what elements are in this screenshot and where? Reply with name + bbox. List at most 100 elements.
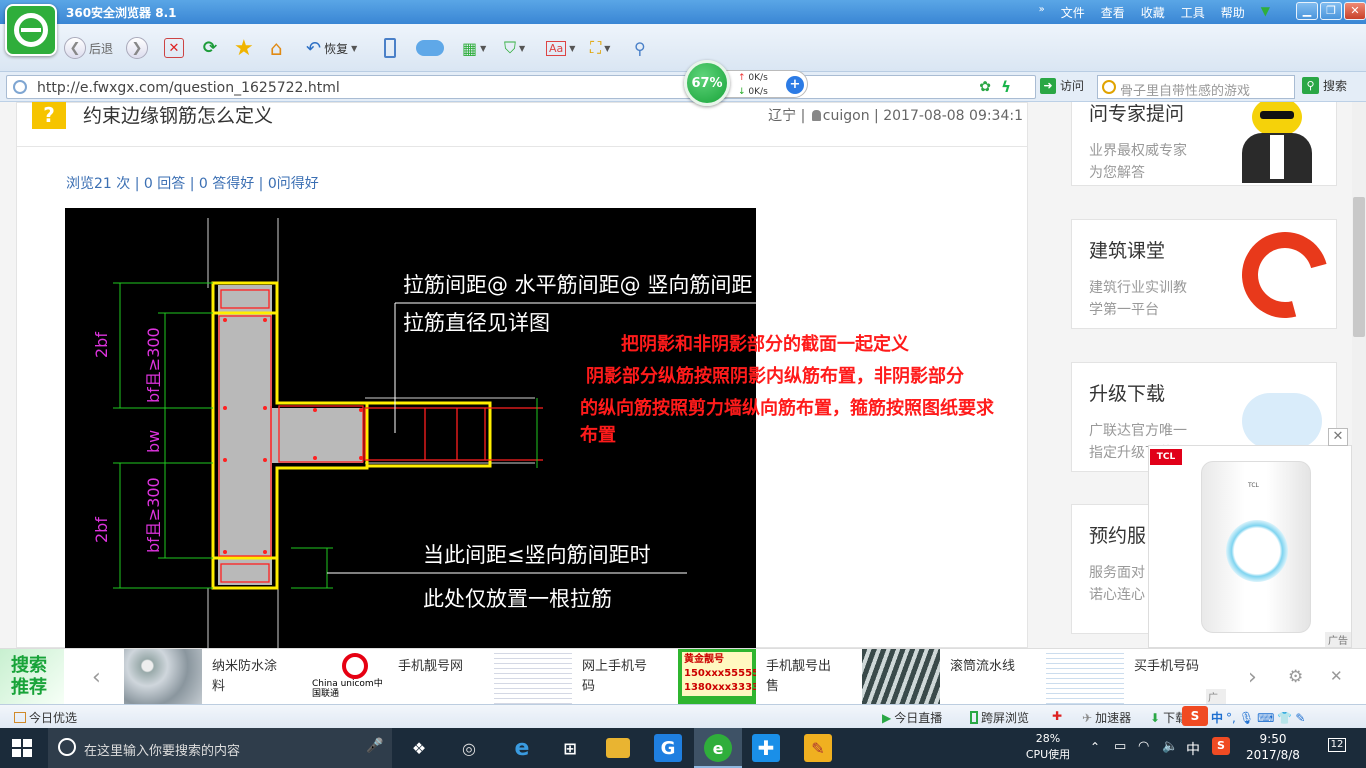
menu-file[interactable]: 文件 (1061, 4, 1085, 21)
scrollbar-thumb[interactable] (1353, 197, 1365, 337)
refresh-button[interactable]: ⟳ (200, 34, 220, 62)
recommend-item[interactable]: 纳米防水涂料 (124, 649, 304, 705)
ad-label: 广告 (1325, 632, 1351, 647)
page-scrollbar[interactable] (1352, 102, 1366, 648)
stop-button[interactable]: ✕ (164, 34, 184, 62)
ad-popup[interactable]: TCL ✕ TCL 广告 (1148, 428, 1352, 648)
restore-button[interactable]: ↶ 恢复 ▼ (306, 34, 357, 62)
360-active-app-icon[interactable]: e (704, 734, 732, 762)
browser-logo-icon (5, 4, 57, 56)
notes-app-icon[interactable]: ✎ (804, 734, 832, 762)
sidebar-card-academy[interactable]: 建筑课堂 建筑行业实训教 学第一平台 (1071, 216, 1344, 334)
clock[interactable]: 9:50 2017/8/8 (1244, 731, 1302, 763)
start-button[interactable] (12, 739, 32, 757)
plus-icon[interactable]: + (786, 76, 804, 94)
bag-icon (14, 712, 26, 723)
recommend-item[interactable]: 黄金靓号 150xxx55555 1380xxx3333 手机靓号出售 (678, 649, 858, 705)
sogou-tray-icon[interactable]: S (1212, 737, 1230, 755)
today-pick[interactable]: 今日优选 (14, 709, 77, 726)
cloud-icon (416, 40, 444, 56)
360-browser-taskbar-icon[interactable]: ◎ (455, 734, 483, 762)
recommend-next-icon[interactable]: › (1248, 665, 1257, 690)
waterproof-coating-thumb (124, 649, 202, 705)
answer-overlay-line-3: 的纵向筋按照剪力墙纵向筋布置，箍筋按照图纸要求 (580, 398, 994, 419)
punct-icon: °, (1226, 710, 1236, 725)
recommend-prev-icon[interactable]: ‹ (92, 665, 101, 690)
shield-icon: ⛉ (504, 38, 517, 57)
address-bar[interactable]: http://e.fwxgx.com/question_1625722.html… (6, 75, 1036, 99)
minimize-button[interactable]: ▁ (1296, 2, 1318, 20)
medical-kit[interactable]: ✚ (1052, 709, 1062, 723)
input-language[interactable]: 中 (1186, 739, 1200, 759)
visit-button[interactable]: ➜ 访问 (1040, 77, 1084, 94)
apps-button[interactable]: ▦ ▼ (462, 34, 486, 62)
screenshot-button[interactable]: ⛶ ▼ (590, 34, 610, 62)
phone-button[interactable] (384, 34, 396, 62)
edge-icon[interactable]: e (508, 734, 536, 762)
accelerator[interactable]: ✈ 加速器 (1082, 709, 1131, 726)
recommend-item[interactable]: 滚筒流水线 (862, 649, 1042, 705)
ad-close-button[interactable]: ✕ (1328, 428, 1348, 446)
forward-button[interactable]: ❯ (126, 34, 148, 62)
tray-chevron-icon[interactable]: ⌃ (1090, 740, 1100, 754)
answer-overlay-line-2: 阴影部分纵筋按照阴影内纵筋布置，非阴影部分 (586, 366, 964, 387)
back-button[interactable]: ❮ 后退 (64, 34, 113, 62)
recommend-item[interactable]: 网上手机号码 (494, 649, 674, 705)
recommend-item[interactable]: 买手机号码 广告 (1046, 649, 1226, 719)
keyboard-icon: ⌨ (1257, 710, 1275, 725)
forward-arrow-icon: ❯ (126, 37, 148, 59)
plus-app-icon[interactable]: ✚ (752, 734, 780, 762)
safe-check-icon[interactable]: ✿ (979, 79, 991, 95)
translate-button[interactable]: Aa ▼ (546, 34, 575, 62)
notification-center[interactable]: 12 (1322, 738, 1352, 758)
phone-icon (384, 38, 396, 58)
menu-help[interactable]: 帮助 (1221, 4, 1245, 21)
close-window-button[interactable]: ✕ (1344, 2, 1366, 20)
url-text[interactable]: http://e.fwxgx.com/question_1625722.html (37, 80, 340, 96)
ime-toolbar[interactable]: S 中 °, 🎙 ⌨ 👕 ✎ (1182, 705, 1305, 726)
zoom-button[interactable]: ⚲ (634, 34, 646, 62)
font-aa-icon: Aa (546, 40, 567, 56)
skin-shirt-icon[interactable]: ▼ (1261, 4, 1270, 21)
task-view-icon[interactable]: ❖ (405, 734, 433, 762)
skin-arrows-icon[interactable]: » (1039, 4, 1045, 21)
menu-favorites[interactable]: 收藏 (1141, 4, 1165, 21)
taskbar-search-box[interactable]: 在这里输入你要搜索的内容 🎤 (48, 728, 392, 768)
cloud-button[interactable] (416, 34, 444, 62)
cross-screen[interactable]: 跨屏浏览 (970, 709, 1029, 726)
wifi-icon[interactable]: ◠ (1138, 739, 1149, 754)
ad-brand-badge: TCL (1150, 449, 1182, 465)
phone-small-icon (970, 711, 978, 724)
lightning-icon[interactable]: ϟ (1001, 78, 1011, 96)
menu-view[interactable]: 查看 (1101, 4, 1125, 21)
store-icon[interactable]: ⊞ (556, 734, 584, 762)
recommend-item[interactable]: China unicom中国联通 手机靓号网 (310, 649, 490, 705)
today-live[interactable]: ▶ 今日直播 (882, 709, 942, 726)
cad-drawing-image[interactable]: 2bf bf且≥300 bw bf且≥300 2bf 拉筋间距@ 水平筋间距@ … (65, 208, 756, 648)
file-explorer-icon[interactable] (606, 738, 630, 758)
favorite-button[interactable]: ★ (234, 34, 254, 62)
chevron-down-icon: ▼ (351, 43, 358, 53)
maximize-button[interactable]: ❐ (1320, 2, 1342, 20)
site-icon (13, 80, 27, 94)
refresh-icon: ⟳ (202, 38, 218, 58)
menu-tools[interactable]: 工具 (1181, 4, 1205, 21)
cpu-usage[interactable]: 28% CPU使用 (1022, 731, 1074, 763)
network-tray-icon[interactable]: ▭ (1114, 739, 1126, 754)
recommend-settings-icon[interactable]: ⚙ (1288, 667, 1303, 687)
search-input[interactable]: 骨子里自带性感的游戏 (1097, 75, 1295, 99)
dim-label-2bf-top: 2bf (92, 332, 111, 358)
network-speed-widget[interactable]: 67% ↑ 0K/s ↓ 0K/s + (684, 60, 810, 106)
g-app-icon[interactable]: G (654, 734, 682, 762)
go-arrow-icon: ➜ (1040, 77, 1056, 94)
volume-icon[interactable]: 🔈 (1162, 739, 1178, 754)
title-bar: 360安全浏览器 8.1 » 文件 查看 收藏 工具 帮助 ▼ ▁ ❐ ✕ (0, 0, 1366, 24)
location: 辽宁 (768, 108, 797, 124)
search-button[interactable]: ⚲ 搜索 (1302, 77, 1347, 94)
microphone-icon[interactable]: 🎤 (366, 738, 383, 754)
security-button[interactable]: ⛉ ▼ (504, 34, 525, 62)
sidebar-card-expert[interactable]: 问专家提问 业界最权威专家 为您解答 (1071, 102, 1337, 186)
recommend-close-icon[interactable]: ✕ (1330, 667, 1343, 685)
username[interactable]: cuigon (823, 108, 870, 124)
home-button[interactable]: ⌂ (270, 34, 283, 62)
